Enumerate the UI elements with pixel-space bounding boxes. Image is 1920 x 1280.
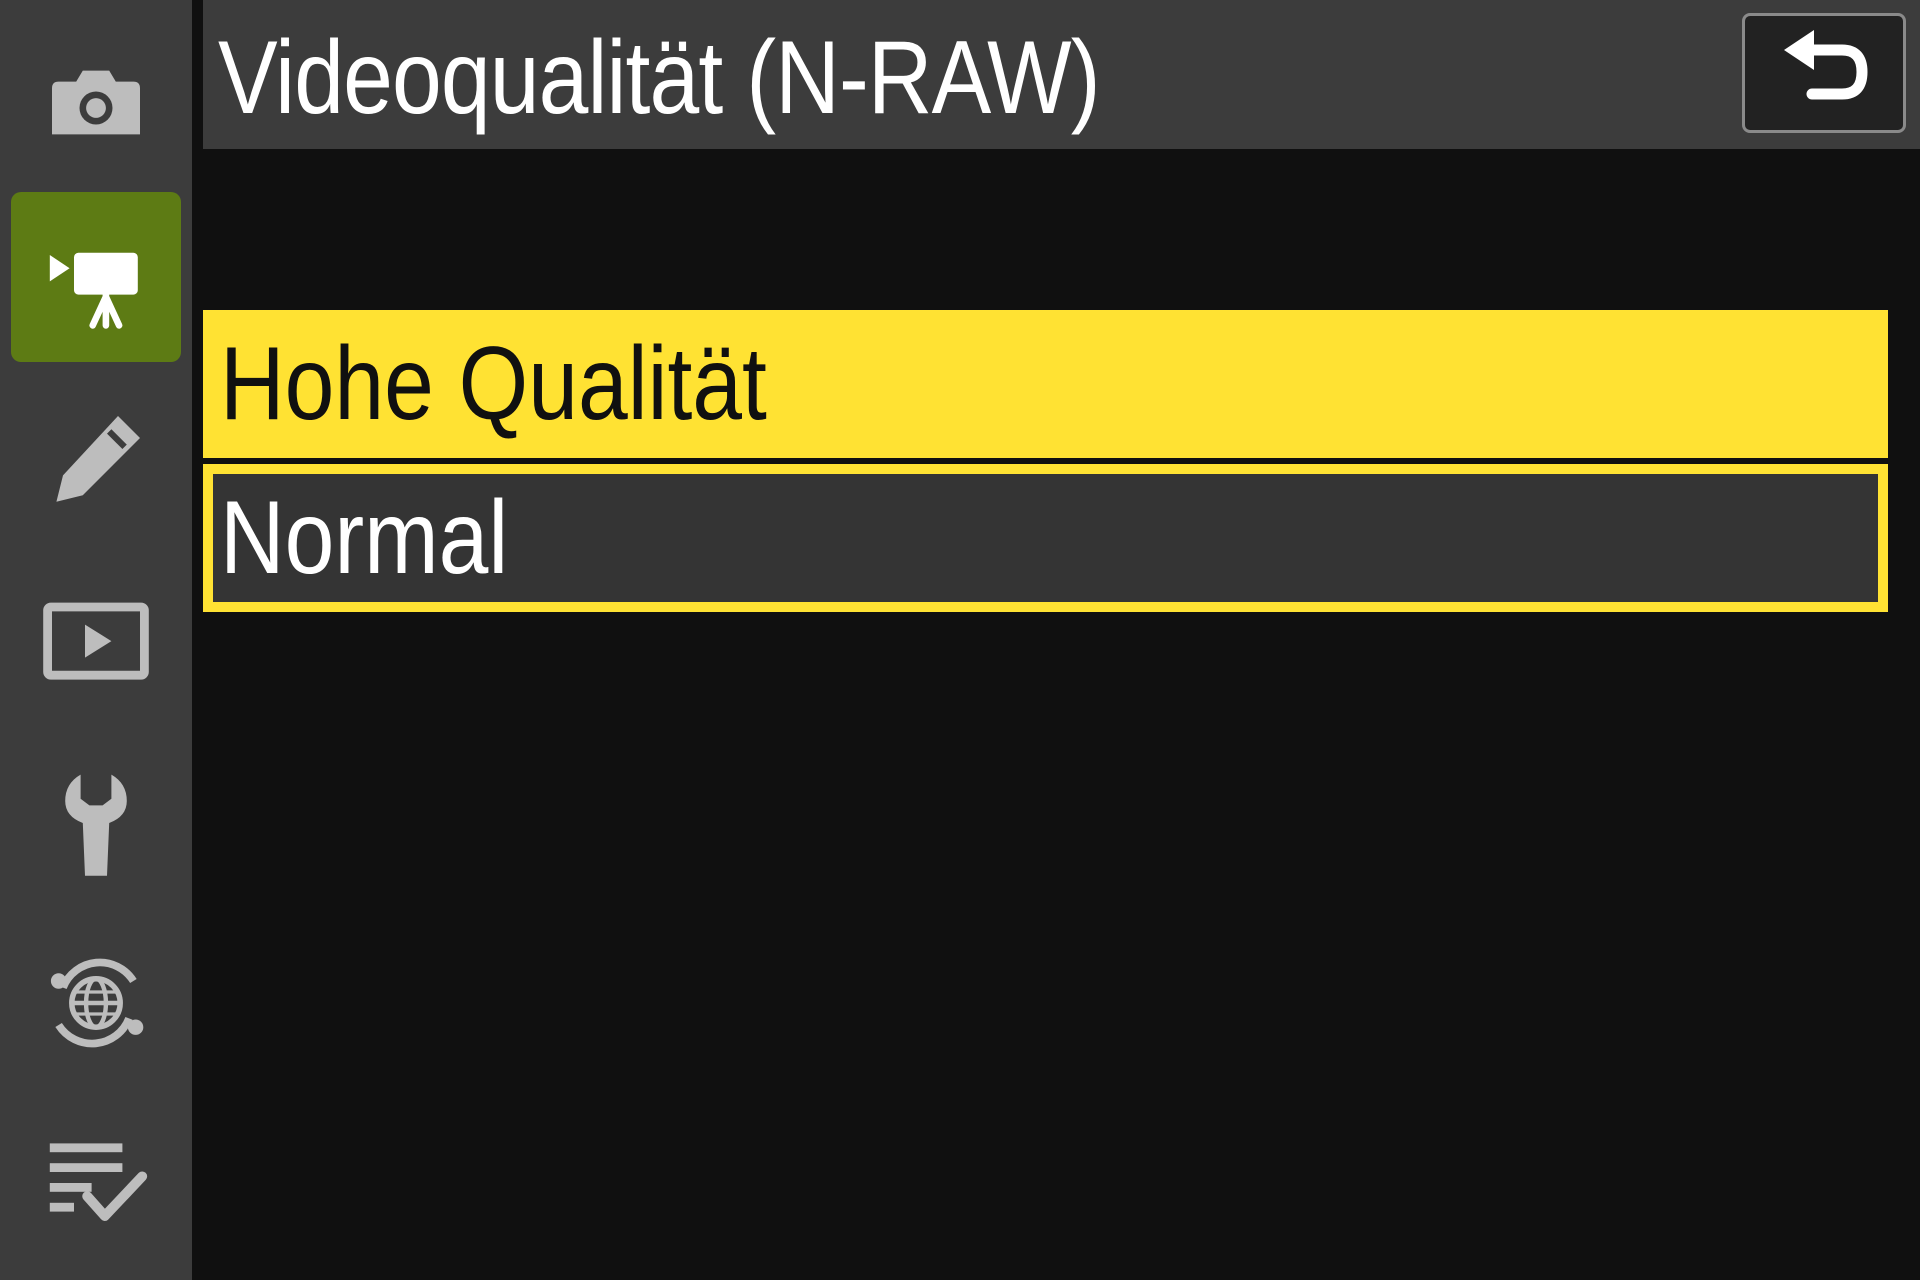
- return-arrow-icon: [1784, 30, 1868, 100]
- menu-header: Videoqualität (N-RAW): [203, 0, 1920, 149]
- sidebar-item-network[interactable]: [11, 918, 181, 1088]
- sidebar-item-retouch[interactable]: [11, 375, 181, 545]
- movie-camera-icon: [49, 252, 138, 329]
- page-title: Videoqualität (N-RAW): [218, 20, 1100, 136]
- option-label: Hohe Qualität: [220, 326, 767, 442]
- back-button[interactable]: [1742, 13, 1906, 133]
- pencil-icon: [56, 416, 140, 502]
- option-high-quality[interactable]: Hohe Qualität: [203, 310, 1888, 458]
- camera-icon: [52, 70, 140, 135]
- sidebar-item-setup[interactable]: [11, 738, 181, 908]
- sidebar-item-movie-shooting[interactable]: [11, 192, 181, 362]
- option-label: Normal: [220, 480, 509, 596]
- wrench-icon: [65, 774, 127, 876]
- camera-menu-screen: Videoqualität (N-RAW) Hohe Qualität Norm…: [0, 0, 1920, 1280]
- option-normal[interactable]: Normal: [203, 464, 1888, 612]
- sidebar-item-playback[interactable]: [11, 555, 181, 725]
- menu-sidebar: [0, 0, 192, 1280]
- network-globe-icon: [50, 958, 144, 1048]
- playback-icon: [43, 602, 149, 680]
- sidebar-item-my-menu[interactable]: [11, 1098, 181, 1268]
- sidebar-item-photo-shooting[interactable]: [11, 12, 181, 182]
- my-menu-checklist-icon: [49, 1143, 148, 1221]
